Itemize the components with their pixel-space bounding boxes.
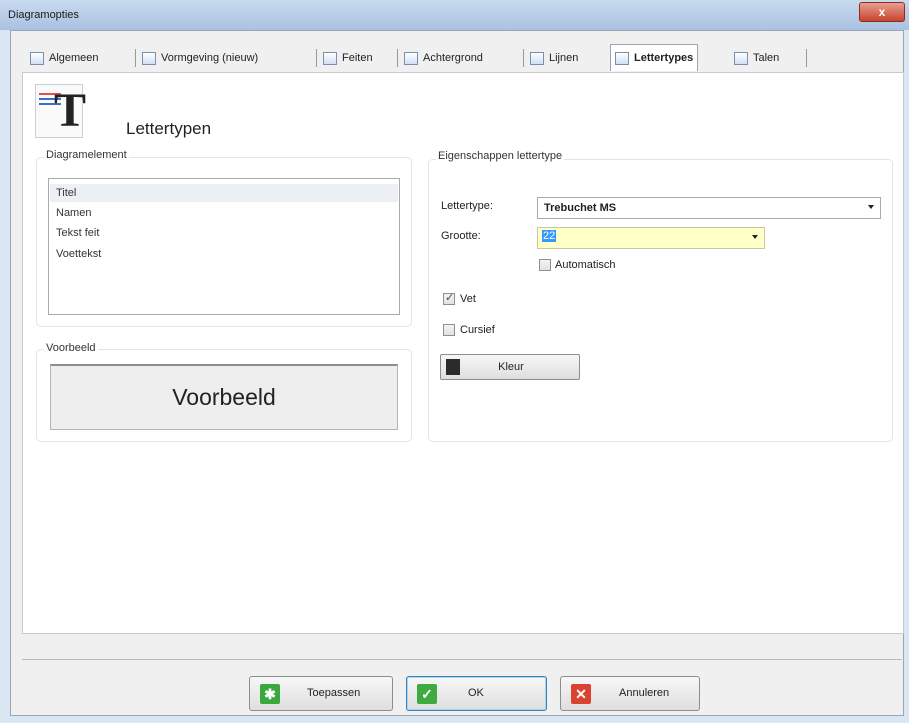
letter-t-glyph: T <box>54 84 87 137</box>
footer-divider <box>22 659 902 660</box>
tab-label: Algemeen <box>49 52 99 64</box>
tab-separator <box>806 49 807 67</box>
font-select-value: Trebuchet MS <box>544 202 617 214</box>
lines-icon <box>530 51 544 65</box>
diagram-element-list[interactable]: Titel Namen Tekst feit Voettekst <box>48 178 400 315</box>
tab-label: Lijnen <box>549 52 579 64</box>
bold-label: Vet <box>460 293 476 305</box>
languages-icon <box>734 51 748 65</box>
title-bar: Diagramopties x <box>0 0 909 30</box>
automatic-label: Automatisch <box>555 259 616 271</box>
font-properties-label: Eigenschappen lettertype <box>436 150 565 162</box>
size-combobox[interactable]: 22 <box>537 227 765 249</box>
tab-label: Feiten <box>342 52 373 64</box>
list-item[interactable]: Namen <box>56 204 91 222</box>
ok-label: OK <box>468 687 484 699</box>
cancel-label: Annuleren <box>619 687 670 699</box>
close-icon[interactable]: x <box>879 5 886 19</box>
tab-separator <box>135 49 136 67</box>
apply-button[interactable]: ✱ Toepassen <box>249 676 393 711</box>
close-button[interactable]: x <box>859 2 905 22</box>
tab-vormgeving[interactable]: Vormgeving (nieuw) <box>142 46 258 70</box>
cancel-button[interactable]: ✕ Annuleren <box>560 676 700 711</box>
size-label: Grootte: <box>441 230 481 242</box>
font-label: Lettertype: <box>441 200 493 212</box>
color-button[interactable]: Kleur <box>440 354 580 380</box>
automatic-checkbox[interactable] <box>539 259 551 271</box>
font-select[interactable]: Trebuchet MS <box>537 197 881 219</box>
layout-icon <box>142 51 156 65</box>
list-item[interactable]: Voettekst <box>56 245 101 263</box>
page-title: Lettertypen <box>126 119 212 138</box>
tab-label: Achtergrond <box>423 52 483 64</box>
tab-label: Talen <box>753 52 780 64</box>
italic-checkbox[interactable] <box>443 324 455 336</box>
tab-separator <box>397 49 398 67</box>
color-button-label: Kleur <box>498 361 524 373</box>
tab-separator <box>523 49 524 67</box>
tab-achtergrond[interactable]: Achtergrond <box>404 46 483 70</box>
list-item[interactable]: Tekst feit <box>56 224 99 242</box>
tab-lettertypes[interactable]: Lettertypes <box>610 44 699 71</box>
tab-feiten[interactable]: Feiten <box>323 46 373 70</box>
tab-label: Vormgeving (nieuw) <box>161 52 259 64</box>
cancel-x-icon: ✕ <box>571 684 591 704</box>
chevron-down-icon <box>752 235 758 239</box>
window-title: Diagramopties <box>8 9 79 21</box>
general-icon <box>30 51 44 65</box>
apply-icon: ✱ <box>260 684 280 704</box>
apply-label: Toepassen <box>307 687 361 699</box>
tab-lijnen[interactable]: Lijnen <box>530 46 578 70</box>
bold-checkbox[interactable] <box>443 291 455 305</box>
checkmark-icon: ✓ <box>417 684 437 704</box>
tab-algemeen[interactable]: Algemeen <box>30 46 99 70</box>
ok-button[interactable]: ✓ OK <box>406 676 547 711</box>
facts-icon <box>323 51 337 65</box>
background-icon <box>404 51 418 65</box>
tab-talen[interactable]: Talen <box>734 46 779 70</box>
diagram-element-label: Diagramelement <box>44 149 129 161</box>
tab-strip: Algemeen Vormgeving (nieuw) Feiten Achte… <box>12 44 908 72</box>
tab-label: Lettertypes <box>634 52 694 64</box>
preview-label: Voorbeeld <box>44 342 98 354</box>
italic-label: Cursief <box>460 324 495 336</box>
font-icon <box>615 51 629 65</box>
font-header-icon: T <box>35 84 87 138</box>
list-item[interactable]: Titel <box>50 184 398 202</box>
font-preview: Voorbeeld <box>50 364 398 430</box>
chevron-down-icon <box>868 205 874 209</box>
size-value[interactable]: 22 <box>542 230 557 242</box>
tab-separator <box>316 49 317 67</box>
